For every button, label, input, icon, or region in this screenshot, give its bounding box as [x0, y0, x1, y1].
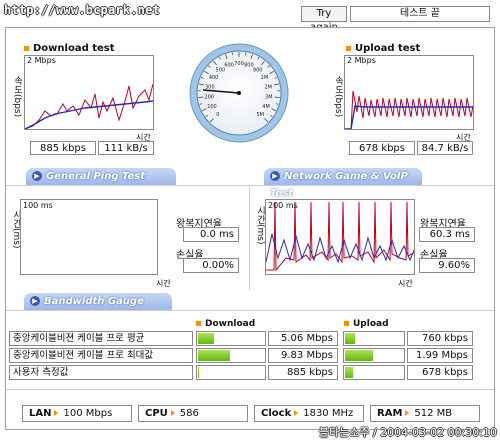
game-graph-svg [266, 201, 414, 272]
ping-loss-value: 0.00% [183, 258, 239, 273]
gauge-tick-label: 2M [264, 84, 272, 90]
upload-test-title: Upload test [346, 43, 420, 54]
download-bar-fill [198, 367, 200, 378]
download-value: 5.06 Mbps [268, 331, 338, 346]
ping-x-axis-label: 시간 [156, 279, 171, 288]
download-value: 885 kbps [268, 365, 338, 380]
section-divider [6, 310, 494, 311]
tab-network-game-voip-test[interactable]: ▶ Network Game & VoIP Test [264, 168, 422, 199]
ram-status: RAM 512 MB [370, 405, 480, 422]
download-speed-line [25, 83, 153, 129]
download-graph-svg [25, 83, 153, 129]
gauge-tick-label: 400 [209, 75, 219, 81]
upload-bar [343, 348, 405, 363]
bandwidth-row-label: 중앙케이블비젼 케이블 프로 평균 [9, 331, 193, 346]
upload-value: 1.99 Mbps [407, 348, 473, 363]
upload-bar [343, 331, 405, 346]
upload-value: 678 kbps [407, 365, 473, 380]
clock-status: Clock 1830 MHz [254, 405, 364, 422]
game-loss-value: 9.60% [419, 258, 475, 273]
gauge-tick-label: 200 [204, 94, 214, 100]
orange-bullet-icon [344, 321, 349, 326]
ping-scale-label: 100 ms [23, 201, 53, 210]
download-y-axis-label: 속도(bps) [12, 76, 22, 118]
gauge-tick-label: 0 [216, 112, 219, 118]
game-scale-label: 200 ms [268, 201, 298, 210]
gauge-tick-label: 1M [261, 75, 269, 81]
bandwidth-upload-header: Upload [344, 319, 389, 329]
arrow-right-icon: ▶ [30, 296, 40, 306]
upload-bar-fill [345, 350, 373, 361]
download-kbps-value: 885 kbps [30, 141, 96, 155]
tab-general-ping-test[interactable]: ▶ General Ping Test [26, 168, 176, 185]
orange-bullet-icon [24, 45, 29, 51]
gauge-hub [237, 91, 241, 95]
gauge-tick-label: 100 [207, 104, 217, 110]
download-bar-fill [198, 350, 230, 361]
upload-kbps-value: 678 kbps [349, 141, 415, 155]
upload-bar-fill [345, 367, 354, 378]
orange-bullet-icon [346, 45, 351, 51]
ping-latency-value: 0.0 ms [183, 227, 239, 242]
download-bar [196, 348, 266, 363]
vertical-divider [249, 185, 250, 291]
watermark: 블타는소주 / 2004-03-02 00:30:10 [318, 426, 497, 439]
site-url: http://www.bcpark.net [4, 3, 160, 17]
download-scale-label: 2 Mbps [27, 56, 56, 65]
gauge-tick-label: 600 [224, 63, 234, 69]
test-end-button[interactable]: 테스트 끝 [350, 6, 490, 22]
arrow-right-icon: ▶ [32, 171, 42, 181]
triangle-right-icon [405, 410, 410, 416]
game-trend-line [266, 233, 414, 264]
section-divider [6, 389, 494, 390]
gauge-tick-label: 300 [205, 84, 215, 90]
upload-value: 760 kbps [407, 331, 473, 346]
triangle-right-icon [294, 410, 299, 416]
download-bar [196, 365, 266, 380]
download-test-title: Download test [24, 43, 115, 54]
bandwidth-row-label: 사용자 측정값 [9, 365, 193, 380]
cpu-status: CPU 586 [138, 405, 248, 422]
gauge-tick-label: 3M [265, 94, 273, 100]
download-graph [24, 55, 154, 130]
download-bar-fill [198, 333, 214, 344]
bandwidth-download-header: Download [196, 319, 255, 329]
tab-bandwidth-gauge[interactable]: ▶ Bandwidth Gauge [24, 293, 172, 310]
try-again-button[interactable]: Try again [301, 6, 347, 33]
gauge-tick-label: 900 [253, 68, 263, 74]
orange-bullet-icon [196, 321, 201, 326]
section-divider [6, 185, 494, 186]
gauge-tick-label: 5M [256, 112, 264, 118]
lan-status: LAN 100 Mbps [22, 405, 132, 422]
download-kBs-value: 111 kB/s [98, 141, 154, 155]
game-graph [265, 199, 415, 275]
gauge-tick-label: 700 [234, 61, 244, 67]
upload-bar [343, 365, 405, 380]
speed-gauge: 0 100 200 300 400 500 600 700 800 900 1M 2M 3M 4M 5M [189, 33, 289, 153]
speed-test-panel: Download test 속도(bps) 2 Mbps 시간 885 kbps… [5, 27, 495, 430]
game-latency-value: 60.3 ms [419, 227, 475, 242]
game-latency-line [266, 201, 414, 272]
upload-graph-svg [345, 90, 473, 129]
triangle-right-icon [54, 410, 59, 416]
arrow-right-icon: ▶ [270, 171, 280, 181]
speed-gauge-svg: 0100200300400500600 700 8009001M2M3M4M5M [189, 43, 289, 143]
download-bar [196, 331, 266, 346]
gauge-tick-label: 4M [262, 104, 270, 110]
triangle-right-icon [170, 410, 175, 416]
bandwidth-row-label: 중앙케이블비젼 케이블 프로 최대값 [9, 348, 193, 363]
game-x-axis-label: 시간 [398, 279, 413, 288]
upload-kBs-value: 84.7 kB/s [417, 141, 473, 155]
upload-graph [344, 55, 474, 130]
download-value: 9.83 Mbps [268, 348, 338, 363]
upload-bar-fill [345, 333, 355, 344]
ping-graph [20, 199, 158, 275]
upload-scale-label: 2 Mbps [347, 56, 376, 65]
upload-speed-line [345, 90, 473, 129]
